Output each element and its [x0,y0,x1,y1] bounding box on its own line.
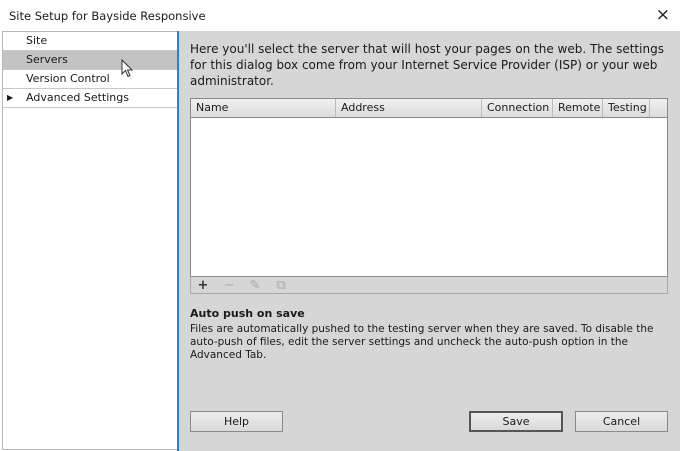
auto-push-description: Files are automatically pushed to the te… [190,323,654,361]
servers-panel: Here you'll select the server that will … [179,31,680,451]
table-header: Name Address Connection Remote Testing [191,99,667,118]
help-button[interactable]: Help [190,411,283,432]
expand-arrow-icon[interactable]: ▶ [7,89,13,107]
mouse-cursor-icon [121,59,134,78]
column-remote[interactable]: Remote [553,99,603,117]
cancel-button[interactable]: Cancel [575,411,668,432]
remove-server-icon[interactable]: − [222,278,236,293]
title-bar: Site Setup for Bayside Responsive × [0,0,680,31]
duplicate-server-icon[interactable]: ⧉ [274,278,288,293]
table-toolbar: + − ✎ ⧉ [190,276,668,294]
column-name[interactable]: Name [191,99,336,117]
sidebar-item-label: Advanced Settings [26,91,129,104]
sidebar-item-label: Servers [26,53,68,66]
save-button[interactable]: Save [469,411,563,432]
add-server-icon[interactable]: + [196,278,210,293]
intro-text: Here you'll select the server that will … [190,42,664,88]
sidebar-item-servers[interactable]: Servers [3,51,178,70]
close-icon[interactable]: × [656,5,670,25]
sidebar-item-advanced-settings[interactable]: ▶ Advanced Settings [3,89,178,108]
auto-push-heading: Auto push on save [190,307,305,320]
column-testing[interactable]: Testing [603,99,650,117]
sidebar-item-label: Version Control [26,72,110,85]
category-sidebar: Site Servers Version Control ▶ Advanced S… [2,31,178,450]
servers-table[interactable]: Name Address Connection Remote Testing [190,98,668,294]
column-connection[interactable]: Connection [482,99,553,117]
sidebar-item-label: Site [26,34,48,47]
edit-server-icon[interactable]: ✎ [248,278,262,293]
window-title: Site Setup for Bayside Responsive [9,9,206,23]
sidebar-item-version-control[interactable]: Version Control [3,70,178,89]
sidebar-item-site[interactable]: Site [3,32,178,51]
column-address[interactable]: Address [336,99,482,117]
